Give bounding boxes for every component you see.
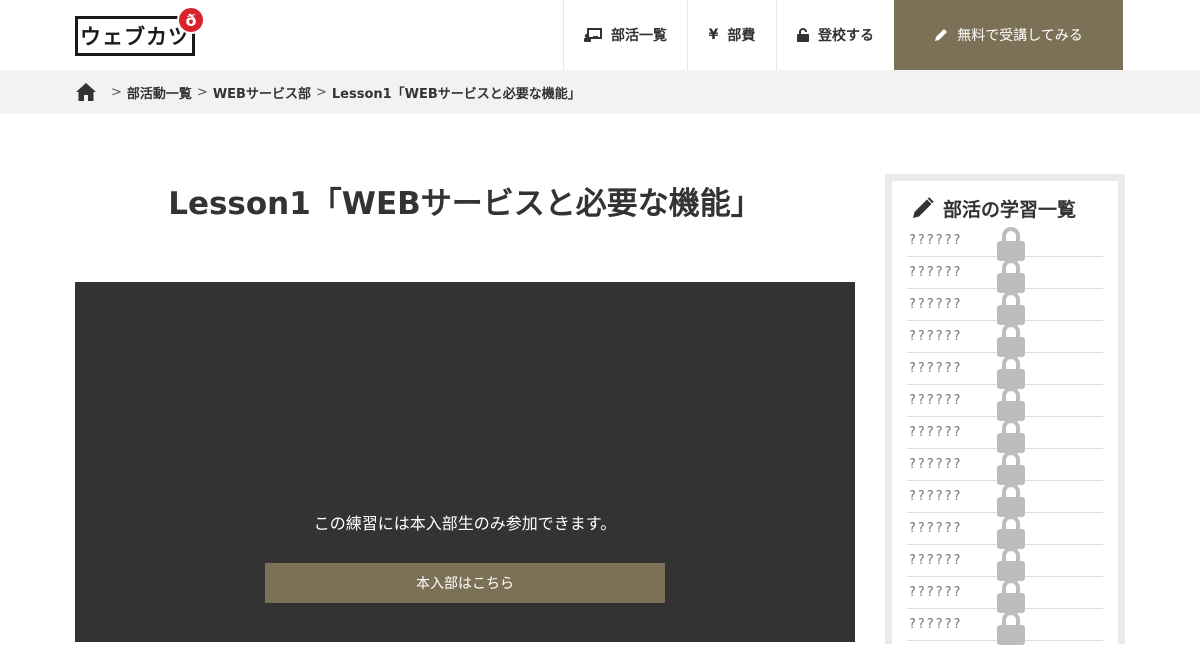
- lesson-title-hidden: ??????: [909, 457, 963, 472]
- lock-icon: [997, 323, 1025, 357]
- lesson-list-item[interactable]: ??????: [907, 513, 1103, 549]
- nav-club-list-label: 部活一覧: [611, 28, 667, 44]
- lesson-list-item[interactable]: ??????: [907, 545, 1103, 581]
- lesson-list-item[interactable]: ??????: [907, 257, 1103, 293]
- lesson-list-item[interactable]: ??????: [907, 353, 1103, 389]
- lock-icon: [997, 611, 1025, 645]
- main-nav: 部活一覧 ¥ 部費 登校する 無料で受講してみる: [563, 0, 1123, 70]
- unlock-icon: [797, 28, 809, 42]
- lock-icon: [997, 451, 1025, 485]
- lock-icon: [997, 579, 1025, 613]
- lesson-title-hidden: ??????: [909, 297, 963, 312]
- lesson-title-hidden: ??????: [909, 393, 963, 408]
- lock-icon: [997, 515, 1025, 549]
- breadcrumb-separator: >: [196, 84, 208, 100]
- breadcrumb-separator: >: [315, 84, 327, 100]
- free-trial-label: 無料で受講してみる: [957, 28, 1083, 44]
- lock-icon: [997, 387, 1025, 421]
- lesson-list-item[interactable]: ??????: [907, 481, 1103, 517]
- sidebar-title: 部活の学習一覧: [912, 195, 1103, 221]
- pencil-icon: [913, 197, 934, 218]
- lesson-title-hidden: ??????: [909, 585, 963, 600]
- lock-icon: [997, 483, 1025, 517]
- lock-icon: [997, 419, 1025, 453]
- locked-video-area: この練習には本入部生のみ参加できます。 本入部はこちら: [75, 282, 855, 642]
- nav-login-label: 登校する: [818, 28, 874, 44]
- lesson-title-hidden: ??????: [909, 521, 963, 536]
- sidebar-title-text: 部活の学習一覧: [943, 198, 1077, 221]
- lesson-title-hidden: ??????: [909, 329, 963, 344]
- lesson-title-hidden: ??????: [909, 553, 963, 568]
- yen-icon: ¥: [708, 27, 719, 43]
- pencil-icon: [935, 29, 948, 41]
- page-title: Lesson1「WEBサービスと必要な機能」: [168, 186, 762, 222]
- lesson-list-item[interactable]: ??????: [907, 449, 1103, 485]
- lesson-list-item[interactable]: ??????: [907, 225, 1103, 261]
- site-logo[interactable]: ウェブカツ ð: [75, 6, 207, 58]
- breadcrumb-web-service-club[interactable]: WEBサービス部: [213, 83, 311, 102]
- lesson-list: ????????????????????????????????????????…: [907, 225, 1103, 645]
- lesson-list-item[interactable]: ??????: [907, 609, 1103, 645]
- lesson-title-hidden: ??????: [909, 425, 963, 440]
- sidebar-panel: 部活の学習一覧 ????????????????????????????????…: [892, 181, 1118, 651]
- lock-icon: [997, 355, 1025, 389]
- lesson-title-hidden: ??????: [909, 233, 963, 248]
- nav-fee[interactable]: ¥ 部費: [687, 0, 776, 70]
- members-only-message: この練習には本入部生のみ参加できます。: [313, 514, 617, 533]
- logo-flame-badge-icon: ð: [177, 6, 205, 34]
- lesson-title-hidden: ??????: [909, 489, 963, 504]
- lock-icon: [997, 291, 1025, 325]
- home-icon[interactable]: [75, 82, 97, 102]
- nav-club-list[interactable]: 部活一覧: [563, 0, 687, 70]
- breadcrumb-separator: >: [111, 84, 122, 100]
- sidebar: 部活の学習一覧 ????????????????????????????????…: [885, 174, 1125, 651]
- site-header: ウェブカツ ð 部活一覧 ¥ 部費 登校する 無料で受講してみる: [0, 0, 1200, 70]
- lesson-list-item[interactable]: ??????: [907, 321, 1103, 357]
- lesson-list-item[interactable]: ??????: [907, 577, 1103, 613]
- breadcrumb-current-lesson: Lesson1「WEBサービスと必要な機能」: [331, 86, 581, 102]
- lesson-list-item[interactable]: ??????: [907, 417, 1103, 453]
- join-membership-button[interactable]: 本入部はこちら: [265, 563, 665, 603]
- lesson-title-hidden: ??????: [909, 265, 963, 280]
- nav-login[interactable]: 登校する: [776, 0, 894, 70]
- free-trial-button[interactable]: 無料で受講してみる: [894, 0, 1123, 70]
- lock-icon: [997, 227, 1025, 261]
- lesson-list-item[interactable]: ??????: [907, 385, 1103, 421]
- chalkboard-teacher-icon: [584, 28, 602, 42]
- breadcrumb-club-list[interactable]: 部活動一覧: [127, 83, 192, 102]
- breadcrumb: > 部活動一覧 > WEBサービス部 > Lesson1「WEBサービスと必要な…: [0, 70, 1200, 114]
- lesson-list-item[interactable]: ??????: [907, 289, 1103, 325]
- lock-icon: [997, 259, 1025, 293]
- lock-icon: [997, 547, 1025, 581]
- nav-fee-label: 部費: [727, 28, 756, 44]
- lesson-title-hidden: ??????: [909, 361, 963, 376]
